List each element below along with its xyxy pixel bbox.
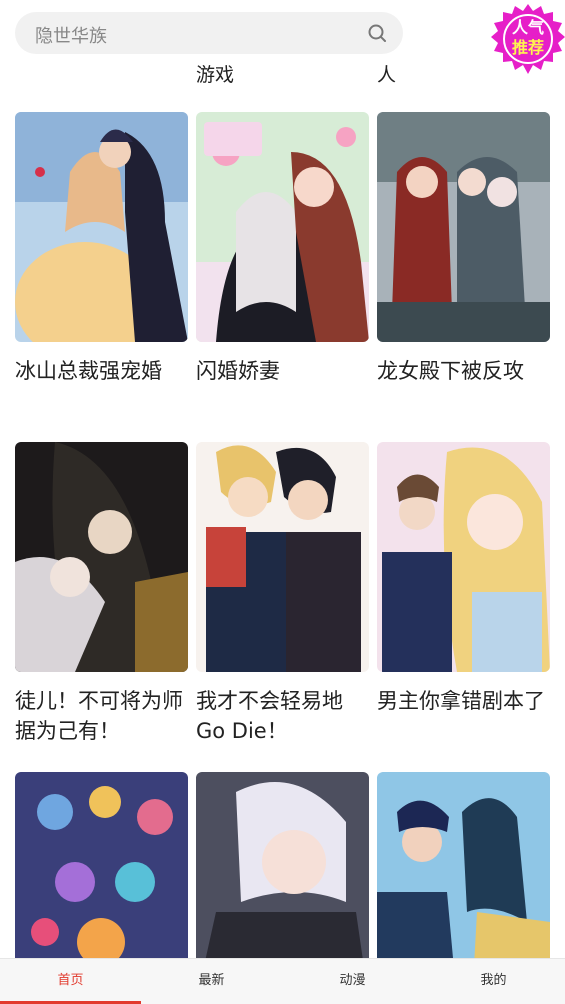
tab-latest[interactable]: 最新 [141, 959, 282, 1004]
tab-anime[interactable]: 动漫 [282, 959, 423, 1004]
comic-cover[interactable] [15, 442, 188, 672]
tab-label[interactable]: 首页 [57, 973, 83, 988]
tab-label[interactable]: 最新 [198, 973, 224, 988]
comic-card[interactable]: 徒儿！不可将为师据为己有！ [15, 442, 188, 746]
comic-cover[interactable] [377, 112, 550, 342]
tab-mine[interactable]: 我的 [423, 959, 564, 1004]
comic-cover[interactable] [196, 442, 369, 672]
comic-card[interactable]: 男主你拿错剧本了 [377, 442, 550, 716]
comic-card[interactable]: 龙女殿下被反攻 [377, 112, 550, 386]
search-icon[interactable] [367, 23, 387, 43]
tab-label[interactable]: 动漫 [339, 973, 365, 988]
search-input[interactable]: 隐世华族 [35, 22, 107, 48]
comic-title[interactable]: 龙女殿下被反攻 [377, 356, 550, 386]
comic-card[interactable]: 冰山总裁强宠婚 [15, 112, 188, 386]
top-bar: 隐世华族 游戏 人 [0, 0, 565, 110]
comic-card[interactable]: 我才不会轻易地Go Die！ [196, 442, 369, 746]
tab-label[interactable]: 我的 [480, 973, 506, 988]
comic-title[interactable]: 闪婚娇妻 [196, 356, 369, 386]
partial-title[interactable]: 人 [377, 60, 396, 86]
comic-cover[interactable] [377, 442, 550, 672]
comic-title[interactable]: 徒儿！不可将为师据为己有！ [15, 686, 188, 746]
popular-recommend-badge[interactable]: 人气 推荐 [491, 4, 565, 76]
comic-card[interactable]: 闪婚娇妻 [196, 112, 369, 386]
partial-title[interactable]: 游戏 [196, 60, 234, 86]
comic-title[interactable]: 冰山总裁强宠婚 [15, 356, 188, 386]
comic-cover[interactable] [196, 112, 369, 342]
bottom-tab-bar: 首页 最新 动漫 我的 [0, 958, 565, 1004]
comic-cover[interactable] [15, 112, 188, 342]
comic-title[interactable]: 男主你拿错剧本了 [377, 686, 550, 716]
tab-home[interactable]: 首页 [0, 959, 141, 1004]
search-bar[interactable]: 隐世华族 [15, 12, 403, 54]
badge-line-1: 人气 [511, 18, 544, 37]
badge-line-2: 推荐 [511, 38, 544, 57]
comic-title[interactable]: 我才不会轻易地Go Die！ [196, 686, 369, 746]
